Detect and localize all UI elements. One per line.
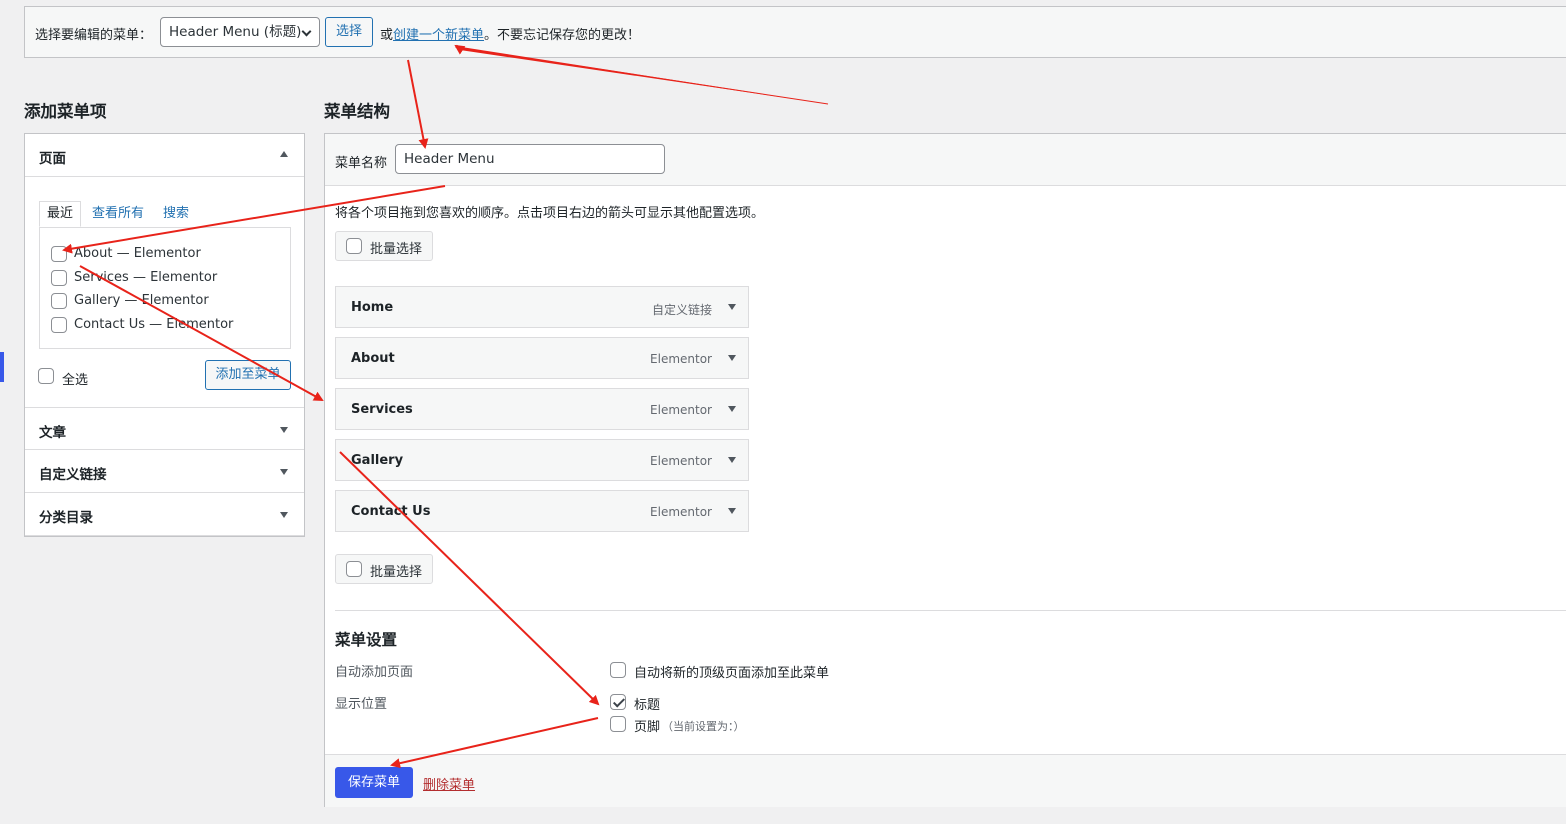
menu-item-type: Elementor: [650, 505, 712, 519]
menu-item-gallery[interactable]: Gallery Elementor: [335, 439, 749, 481]
page-item-checkbox[interactable]: [51, 246, 67, 262]
accordion-posts-title: 文章: [39, 425, 66, 441]
save-reminder-text: 。不要忘记保存您的更改！: [484, 28, 641, 43]
menu-select-dropdown[interactable]: Header Menu (标题): [160, 17, 320, 47]
location-footer-checkbox[interactable]: [610, 716, 626, 732]
accordion-categories-title: 分类目录: [39, 510, 93, 526]
menu-select-value: Header Menu (标题): [169, 24, 302, 40]
expand-arrow-icon: [280, 512, 288, 518]
select-menu-label: 选择要编辑的菜单：: [35, 28, 153, 43]
or-text: 或: [380, 28, 394, 43]
menu-name-input[interactable]: Header Menu: [395, 144, 665, 174]
page-item-label: Services — Elementor: [74, 270, 218, 285]
tab-search[interactable]: 搜索: [163, 202, 189, 228]
create-menu-line: 或创建一个新菜单。不要忘记保存您的更改！: [380, 24, 640, 43]
chevron-down-icon: [301, 26, 312, 37]
page-item-checkbox[interactable]: [51, 293, 67, 309]
bulk-select-label: 批量选择: [370, 565, 423, 580]
page-item-checkbox[interactable]: [51, 270, 67, 286]
menu-item-home[interactable]: Home 自定义链接: [335, 286, 749, 328]
menu-item-type: 自定义链接: [651, 303, 712, 317]
auto-add-option-label: 自动将新的顶级页面添加至此菜单: [634, 666, 830, 681]
page-item-label: Contact Us — Elementor: [74, 317, 234, 332]
menu-item-title: About: [351, 351, 395, 366]
accordion-pages-header[interactable]: 页面: [25, 134, 304, 177]
accordion-custom-links-header[interactable]: 自定义链接: [25, 450, 304, 493]
menu-item-about[interactable]: About Elementor: [335, 337, 749, 379]
page-item-checkbox[interactable]: [51, 317, 67, 333]
location-header-option[interactable]: 标题: [610, 693, 730, 713]
expand-arrow-icon: [280, 427, 288, 433]
add-to-menu-button[interactable]: 添加至菜单: [205, 360, 291, 390]
menu-item-type: Elementor: [650, 352, 712, 366]
location-footer-note: （当前设置为：）: [662, 720, 745, 733]
page-item-gallery[interactable]: Gallery — Elementor: [25, 292, 304, 312]
bulk-select-checkbox[interactable]: [346, 238, 362, 254]
page-item-label: Gallery — Elementor: [74, 293, 209, 308]
auto-add-label: 自动添加页面: [335, 665, 414, 680]
menu-select-bar: 选择要编辑的菜单： Header Menu (标题) 选择 或创建一个新菜单。不…: [24, 6, 1566, 58]
menu-item-title: Home: [351, 300, 394, 315]
page-item-services[interactable]: Services — Elementor: [25, 269, 304, 289]
accordion-custom-links-title: 自定义链接: [39, 467, 107, 483]
create-new-menu-link[interactable]: 创建一个新菜单: [393, 28, 484, 43]
accordion-categories-header[interactable]: 分类目录: [25, 493, 304, 536]
accordion-posts-header[interactable]: 文章: [25, 407, 304, 450]
page-item-contact-us[interactable]: Contact Us — Elementor: [25, 316, 304, 336]
select-button[interactable]: 选择: [325, 17, 373, 47]
delete-menu-link[interactable]: 删除菜单: [423, 774, 475, 793]
expand-arrow-icon: [280, 469, 288, 475]
menu-item-contact-us[interactable]: Contact Us Elementor: [335, 490, 749, 532]
select-all-checkbox[interactable]: [38, 368, 54, 384]
save-footer: 保存菜单 删除菜单: [325, 754, 1566, 807]
admin-edge-highlight: [0, 352, 4, 382]
collapse-arrow-icon: [280, 151, 288, 157]
expand-arrow-icon[interactable]: [728, 406, 736, 412]
save-menu-button[interactable]: 保存菜单: [335, 767, 413, 798]
menu-item-title: Gallery: [351, 453, 404, 468]
menu-structure-panel: 菜单名称 Header Menu 将各个项目拖到您喜欢的顺序。点击项目右边的箭头…: [324, 133, 1566, 807]
auto-add-option[interactable]: 自动将新的顶级页面添加至此菜单: [610, 661, 850, 681]
expand-arrow-icon[interactable]: [728, 304, 736, 310]
menu-settings-heading: 菜单设置: [335, 631, 398, 649]
section-divider: [335, 610, 1566, 611]
select-all-label: 全选: [62, 373, 89, 388]
select-all-row[interactable]: 全选: [38, 367, 178, 388]
accordion-pages-title: 页面: [39, 151, 66, 167]
menu-item-type: Elementor: [650, 403, 712, 417]
auto-add-checkbox[interactable]: [610, 662, 626, 678]
menu-item-services[interactable]: Services Elementor: [335, 388, 749, 430]
location-footer-label: 页脚: [634, 720, 661, 735]
bulk-select-top-button[interactable]: 批量选择: [335, 231, 433, 261]
page-item-about[interactable]: About — Elementor: [25, 245, 304, 265]
location-header-checkbox[interactable]: [610, 694, 626, 710]
location-header-label: 标题: [634, 698, 661, 713]
location-footer-option[interactable]: 页脚 （当前设置为：）: [610, 715, 790, 735]
menu-name-label: 菜单名称: [335, 156, 388, 171]
menu-structure-heading: 菜单结构: [324, 102, 390, 121]
bulk-select-checkbox[interactable]: [346, 561, 362, 577]
menu-item-title: Contact Us: [351, 504, 431, 519]
tab-view-all[interactable]: 查看所有: [92, 202, 144, 228]
add-menu-items-heading: 添加菜单项: [24, 102, 107, 121]
bulk-select-bottom-button[interactable]: 批量选择: [335, 554, 433, 584]
bulk-select-label: 批量选择: [370, 242, 423, 257]
display-location-label: 显示位置: [335, 697, 388, 712]
page-item-label: About — Elementor: [74, 246, 201, 261]
menu-item-type: Elementor: [650, 454, 712, 468]
menu-name-header: 菜单名称 Header Menu: [325, 134, 1566, 186]
tab-recent[interactable]: 最近: [39, 201, 82, 227]
add-items-accordion: 页面 最近 查看所有 搜索 About — Elementor Services…: [24, 133, 305, 537]
expand-arrow-icon[interactable]: [728, 457, 736, 463]
expand-arrow-icon[interactable]: [728, 508, 736, 514]
drag-instructions: 将各个项目拖到您喜欢的顺序。点击项目右边的箭头可显示其他配置选项。: [335, 206, 765, 221]
menu-item-title: Services: [351, 402, 413, 417]
expand-arrow-icon[interactable]: [728, 355, 736, 361]
